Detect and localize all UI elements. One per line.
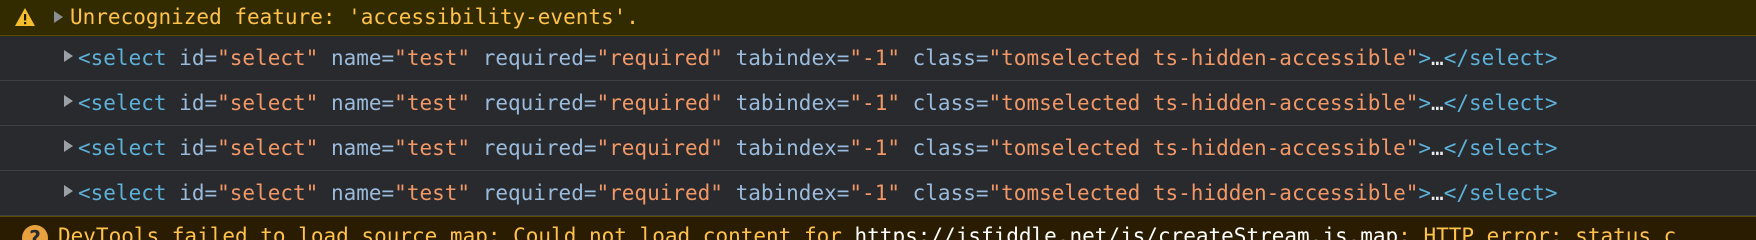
console-element-row[interactable]: <select id="select" name="test" required… xyxy=(0,81,1756,126)
attribute-name: id xyxy=(179,136,205,160)
console-element-row[interactable]: <select id="select" name="test" required… xyxy=(0,36,1756,81)
tag-close-bracket: > xyxy=(1418,136,1432,160)
question-circle-icon: ? xyxy=(22,225,48,240)
attribute-value: "tomselected ts-hidden-accessible" xyxy=(988,46,1419,70)
collapsed-children-ellipsis[interactable]: … xyxy=(1431,136,1444,160)
attribute-name: class xyxy=(912,91,976,115)
attribute-name: name xyxy=(330,46,382,70)
attribute-value: "test" xyxy=(394,136,471,160)
tag-close-bracket: > xyxy=(1418,46,1432,70)
attribute-value: "select" xyxy=(217,136,319,160)
close-tag: </select> xyxy=(1443,46,1558,70)
console-warning-message[interactable]: Unrecognized feature: 'accessibility-eve… xyxy=(0,0,1756,36)
attribute-name: class xyxy=(912,136,976,160)
warning-triangle-icon xyxy=(15,8,35,26)
attribute-value: "-1" xyxy=(849,46,900,70)
attribute-value: "tomselected ts-hidden-accessible" xyxy=(988,136,1419,160)
attribute-name: required xyxy=(482,136,584,160)
attribute-value: "test" xyxy=(394,46,471,70)
tag-close-bracket: > xyxy=(1418,181,1432,205)
collapsed-children-ellipsis[interactable]: … xyxy=(1431,91,1444,115)
expand-triangle-icon[interactable] xyxy=(64,185,73,197)
attribute-value: "required" xyxy=(596,181,723,205)
attribute-name: id xyxy=(179,181,205,205)
tag-close-bracket: > xyxy=(1418,91,1432,115)
attribute-name: required xyxy=(482,91,584,115)
expand-triangle-icon[interactable] xyxy=(64,50,73,62)
expand-triangle-icon[interactable] xyxy=(64,140,73,152)
console-error-message[interactable]: ? DevTools failed to load source map: Co… xyxy=(0,216,1756,240)
attribute-name: required xyxy=(482,46,584,70)
open-tag: <select xyxy=(78,181,167,205)
close-tag: </select> xyxy=(1443,91,1558,115)
attribute-value: "test" xyxy=(394,91,471,115)
attribute-name: name xyxy=(330,91,382,115)
attribute-name: class xyxy=(912,46,976,70)
attribute-name: required xyxy=(482,181,584,205)
attribute-value: "-1" xyxy=(849,136,900,160)
attribute-value: "select" xyxy=(217,181,319,205)
element-code[interactable]: <select id="select" name="test" required… xyxy=(78,183,1558,204)
close-tag: </select> xyxy=(1443,181,1558,205)
attribute-value: "test" xyxy=(394,181,471,205)
attribute-name: name xyxy=(330,136,382,160)
expand-triangle-icon[interactable] xyxy=(54,11,63,23)
source-map-link[interactable]: https://jsfiddle.net/js/createStream.js.… xyxy=(855,224,1399,240)
error-text: DevTools failed to load source map: Coul… xyxy=(58,226,1676,240)
attribute-value: "select" xyxy=(217,91,319,115)
attribute-value: "tomselected ts-hidden-accessible" xyxy=(988,91,1419,115)
attribute-value: "required" xyxy=(596,91,723,115)
attribute-value: "required" xyxy=(596,136,723,160)
element-code[interactable]: <select id="select" name="test" required… xyxy=(78,138,1558,159)
attribute-value: "required" xyxy=(596,46,723,70)
attribute-value: "select" xyxy=(217,46,319,70)
attribute-name: class xyxy=(912,181,976,205)
attribute-name: name xyxy=(330,181,382,205)
attribute-value: "-1" xyxy=(849,181,900,205)
attribute-name: tabindex xyxy=(735,136,837,160)
element-code[interactable]: <select id="select" name="test" required… xyxy=(78,48,1558,69)
element-code[interactable]: <select id="select" name="test" required… xyxy=(78,93,1558,114)
attribute-name: tabindex xyxy=(735,91,837,115)
console-element-row[interactable]: <select id="select" name="test" required… xyxy=(0,171,1756,216)
open-tag: <select xyxy=(78,136,167,160)
error-message-suffix: : HTTP error: status c xyxy=(1398,224,1677,240)
attribute-value: "-1" xyxy=(849,91,900,115)
collapsed-children-ellipsis[interactable]: … xyxy=(1431,181,1444,205)
close-tag: </select> xyxy=(1443,136,1558,160)
warning-text: Unrecognized feature: 'accessibility-eve… xyxy=(70,5,639,29)
attribute-name: id xyxy=(179,91,205,115)
attribute-name: tabindex xyxy=(735,46,837,70)
collapsed-children-ellipsis[interactable]: … xyxy=(1431,46,1444,70)
attribute-value: "tomselected ts-hidden-accessible" xyxy=(988,181,1419,205)
attribute-name: tabindex xyxy=(735,181,837,205)
open-tag: <select xyxy=(78,46,167,70)
expand-triangle-icon[interactable] xyxy=(64,95,73,107)
attribute-name: id xyxy=(179,46,205,70)
console-element-row[interactable]: <select id="select" name="test" required… xyxy=(0,126,1756,171)
open-tag: <select xyxy=(78,91,167,115)
error-message-prefix: DevTools failed to load source map: Coul… xyxy=(58,224,855,240)
devtools-console: Unrecognized feature: 'accessibility-eve… xyxy=(0,0,1756,240)
